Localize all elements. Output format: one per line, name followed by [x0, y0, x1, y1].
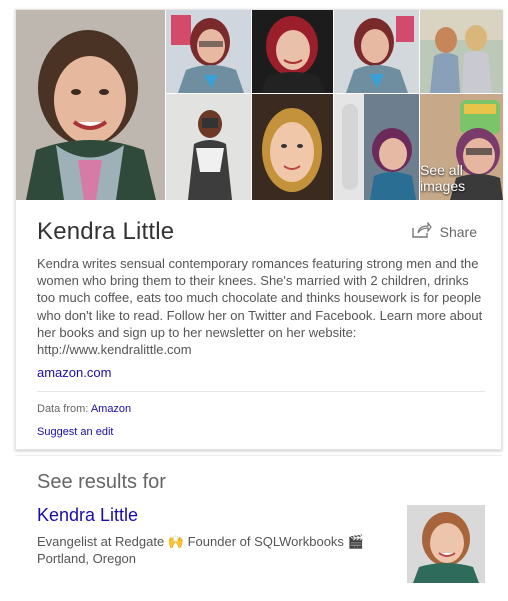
photo-6[interactable] — [166, 94, 251, 200]
related-result-line1: Evangelist at Redgate 🙌 Founder of SQLWo… — [37, 534, 364, 549]
suggest-edit-link[interactable]: Suggest an edit — [37, 426, 113, 438]
data-from-source-link[interactable]: Amazon — [91, 403, 131, 415]
related-result-link[interactable]: Kendra Little — [37, 505, 138, 526]
related-result-photo[interactable] — [407, 505, 485, 583]
panel-separator — [15, 455, 502, 456]
photo-7[interactable] — [252, 94, 333, 200]
photo-5[interactable] — [420, 10, 503, 93]
photo-4[interactable] — [334, 10, 419, 93]
photo-3[interactable] — [252, 10, 333, 93]
related-result-description: Evangelist at Redgate 🙌 Founder of SQLWo… — [37, 533, 397, 567]
share-button[interactable]: Share — [411, 221, 477, 241]
photo-8[interactable] — [334, 94, 419, 200]
share-icon — [411, 221, 432, 241]
knowledge-panel: See all images Kendra Little Share Kendr… — [15, 9, 503, 450]
divider — [37, 391, 485, 392]
source-link[interactable]: amazon.com — [37, 365, 111, 380]
main-photo[interactable] — [16, 10, 165, 200]
share-label: Share — [439, 223, 477, 240]
entity-title: Kendra Little — [37, 218, 175, 245]
entity-description: Kendra writes sensual contemporary roman… — [37, 256, 483, 358]
data-from: Data from: Amazon — [37, 403, 131, 415]
see-results-heading: See results for — [37, 471, 166, 493]
photo-2[interactable] — [166, 10, 251, 93]
related-result-line2: Portland, Oregon — [37, 551, 137, 566]
see-all-images-link[interactable]: See all images — [420, 162, 497, 194]
photo-9[interactable]: See all images — [420, 94, 503, 200]
data-from-label: Data from: — [37, 403, 89, 415]
